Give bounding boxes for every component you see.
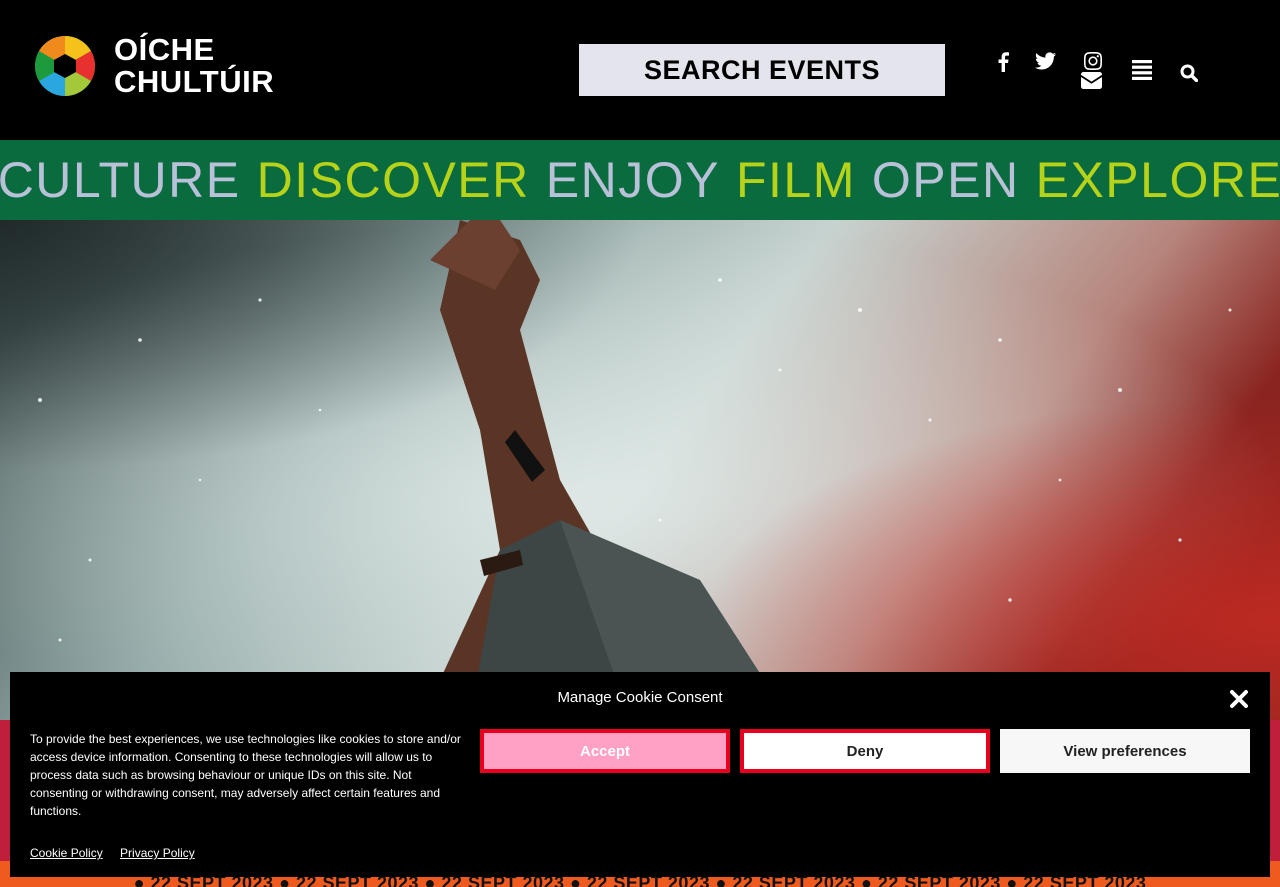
facebook-icon[interactable] — [996, 52, 1010, 72]
logo-mark-icon — [34, 35, 96, 97]
logo-line-1: OÍCHE — [114, 32, 215, 67]
ticker-word: ENJOY — [545, 152, 720, 208]
site-logo[interactable]: OÍCHE CHULTÚIR — [34, 34, 274, 98]
envelope-icon[interactable] — [1081, 72, 1102, 89]
logo-text: OÍCHE CHULTÚIR — [114, 34, 274, 98]
cookie-links: Cookie Policy Privacy Policy — [30, 846, 209, 860]
site-header: OÍCHE CHULTÚIR SEARCH EVENTS — [0, 0, 1280, 140]
ticker-word: DISCOVER — [256, 152, 530, 208]
close-icon[interactable] — [1228, 688, 1250, 710]
view-preferences-button[interactable]: View preferences — [1000, 729, 1250, 773]
word-ticker: CULTURE DISCOVER ENJOY FILM OPEN EXPLORE — [0, 140, 1280, 220]
cookie-title: Manage Cookie Consent — [557, 689, 723, 706]
menu-icon[interactable] — [1132, 60, 1152, 80]
hero-illustration — [0, 220, 1280, 720]
ticker-word: EXPLORE — [1035, 152, 1280, 208]
hero-image — [0, 220, 1280, 720]
privacy-policy-link[interactable]: Privacy Policy — [120, 846, 195, 860]
search-events-button[interactable]: SEARCH EVENTS — [579, 44, 945, 96]
twitter-icon[interactable] — [1035, 52, 1056, 70]
deny-button[interactable]: Deny — [740, 729, 990, 773]
ticker-word: FILM — [735, 152, 856, 208]
cookie-consent-dialog: Manage Cookie Consent To provide the bes… — [10, 672, 1270, 877]
accept-button[interactable]: Accept — [480, 729, 730, 773]
logo-line-2: CHULTÚIR — [114, 64, 275, 99]
cookie-description: To provide the best experiences, we use … — [30, 732, 461, 818]
search-icon[interactable] — [1180, 64, 1198, 82]
cookie-policy-link[interactable]: Cookie Policy — [30, 846, 103, 860]
ticker-word: OPEN — [871, 152, 1020, 208]
instagram-icon[interactable] — [1084, 52, 1102, 70]
ticker-word: CULTURE — [0, 152, 241, 208]
